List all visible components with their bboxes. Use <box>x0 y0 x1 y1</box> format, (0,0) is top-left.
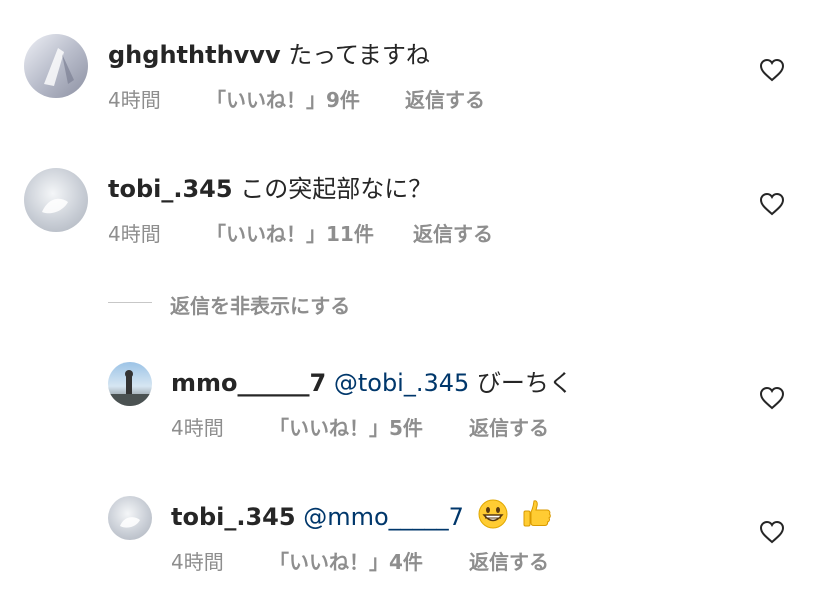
heart-outline-icon[interactable] <box>759 520 785 544</box>
reply-button[interactable]: 返信する <box>405 84 485 113</box>
grinning-face-emoji <box>478 499 508 529</box>
like-count[interactable]: 「いいね！」5件 <box>269 412 423 441</box>
like-count[interactable]: 「いいね！」11件 <box>206 218 374 247</box>
like-count[interactable]: 「いいね！」4件 <box>269 546 423 575</box>
thumbs-up-emoji <box>523 500 552 527</box>
reply-button[interactable]: 返信する <box>469 412 549 441</box>
like-count[interactable]: 「いいね！」9件 <box>206 84 360 113</box>
reply-time: 4時間 <box>171 550 224 574</box>
divider <box>108 302 152 303</box>
reply-button[interactable]: 返信する <box>413 218 493 247</box>
comment-username[interactable]: tobi_.345 <box>108 175 233 203</box>
mention-link[interactable]: @tobi_.345 <box>334 369 469 397</box>
comment-username[interactable]: ghghththvvv <box>108 41 281 69</box>
user-avatar-icon[interactable] <box>24 34 88 98</box>
reply-username[interactable]: mmo______7 <box>171 369 326 397</box>
reply-button[interactable]: 返信する <box>469 546 549 575</box>
reply-username[interactable]: tobi_.345 <box>171 503 296 531</box>
user-avatar-icon[interactable] <box>24 168 88 232</box>
heart-outline-icon[interactable] <box>759 386 785 410</box>
user-avatar-icon[interactable] <box>108 496 152 540</box>
comment-text: この突起部なに？ <box>240 175 433 203</box>
user-avatar-icon[interactable] <box>108 362 152 406</box>
comment-text: たってますね <box>288 41 430 69</box>
comment-time: 4時間 <box>108 222 161 246</box>
reply-time: 4時間 <box>171 416 224 440</box>
reply-text: びーちく <box>476 369 573 397</box>
heart-outline-icon[interactable] <box>759 58 785 82</box>
hide-replies-label[interactable]: 返信を非表示にする <box>170 290 350 319</box>
heart-outline-icon[interactable] <box>759 192 785 216</box>
comment-time: 4時間 <box>108 88 161 112</box>
mention-link[interactable]: @mmo_____7 <box>303 503 464 531</box>
